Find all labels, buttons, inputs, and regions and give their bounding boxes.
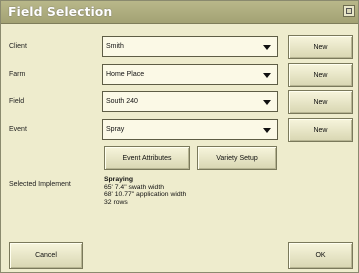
chevron-down-icon[interactable] xyxy=(263,128,271,133)
field-selection-window: Field Selection Client Smith New Farm Ho… xyxy=(0,0,359,273)
new-farm-button[interactable]: New xyxy=(288,63,353,87)
title-bar: Field Selection xyxy=(1,1,358,24)
event-label: Event xyxy=(9,126,27,133)
implement-swath-width: 65' 7.4" swath width xyxy=(104,183,165,191)
cancel-button[interactable]: Cancel xyxy=(9,242,83,269)
selected-implement-label: Selected Implement xyxy=(9,181,71,188)
event-attributes-button[interactable]: Event Attributes xyxy=(104,146,190,170)
client-label: Client xyxy=(9,43,27,50)
field-value: South 240 xyxy=(106,98,138,105)
new-field-button[interactable]: New xyxy=(288,90,353,114)
variety-setup-button[interactable]: Variety Setup xyxy=(197,146,277,170)
event-dropdown[interactable]: Spray xyxy=(102,119,278,140)
implement-details: Spraying 65' 7.4" swath width 68' 10.77"… xyxy=(104,176,186,206)
implement-rows: 32 rows xyxy=(104,198,128,206)
new-client-button[interactable]: New xyxy=(288,35,353,59)
chevron-down-icon[interactable] xyxy=(263,45,271,50)
field-dropdown[interactable]: South 240 xyxy=(102,91,278,112)
implement-application-width: 68' 10.77" application width xyxy=(104,191,187,199)
new-event-button[interactable]: New xyxy=(288,118,353,142)
farm-value: Home Place xyxy=(106,71,145,78)
field-label: Field xyxy=(9,98,25,105)
farm-label: Farm xyxy=(9,71,26,78)
close-icon[interactable] xyxy=(343,5,355,17)
client-value: Smith xyxy=(106,43,124,50)
window-title: Field Selection xyxy=(8,4,113,19)
client-dropdown[interactable]: Smith xyxy=(102,36,278,57)
farm-dropdown[interactable]: Home Place xyxy=(102,64,278,85)
implement-name: Spraying xyxy=(104,176,134,183)
event-value: Spray xyxy=(106,126,125,133)
ok-button[interactable]: OK xyxy=(288,242,353,269)
chevron-down-icon[interactable] xyxy=(263,73,271,78)
chevron-down-icon[interactable] xyxy=(263,100,271,105)
